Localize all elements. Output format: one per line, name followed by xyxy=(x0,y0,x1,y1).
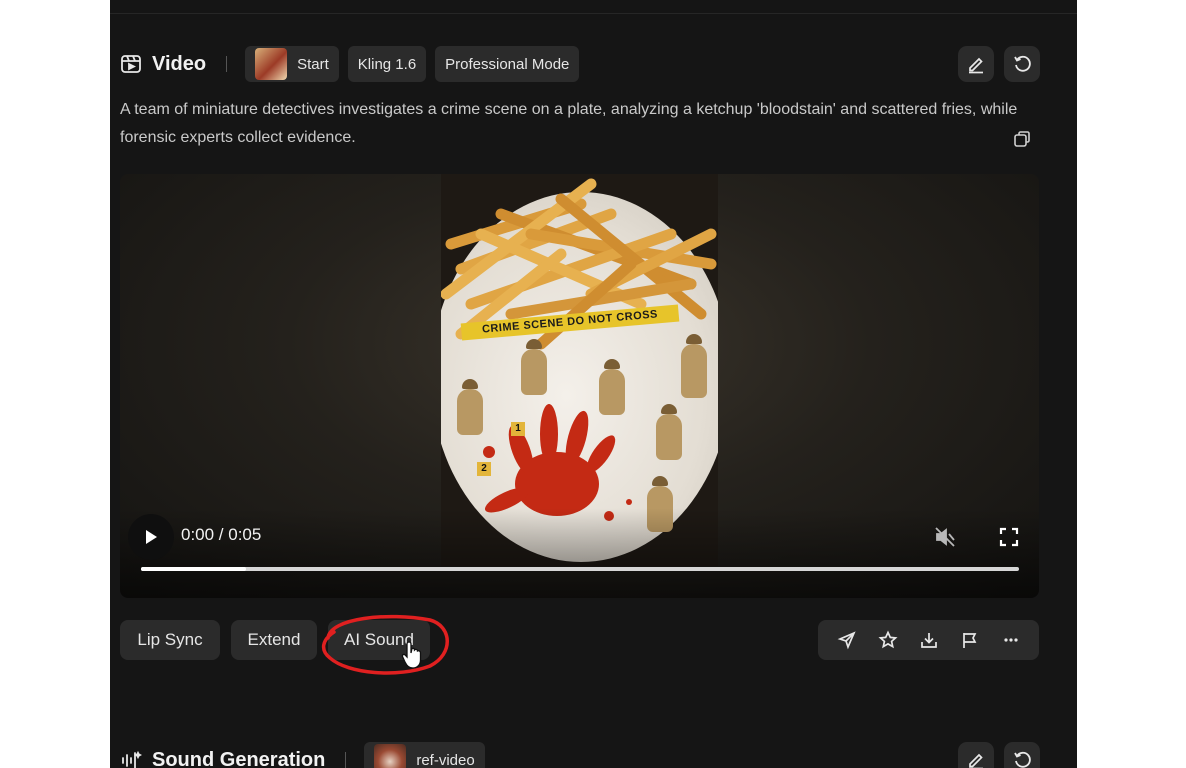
prompt-text: A team of miniature detectives investiga… xyxy=(120,101,1018,146)
edit-icon xyxy=(969,57,983,74)
evidence-marker: 1 xyxy=(511,422,525,436)
refresh-icon xyxy=(1014,751,1031,768)
header-actions xyxy=(958,46,1040,82)
ref-video-thumbnail xyxy=(374,744,407,768)
progress-bar[interactable] xyxy=(141,567,1019,571)
generation-panel: Video Start Kling 1.6 Professional Mode xyxy=(110,0,1077,768)
start-frame-thumbnail xyxy=(255,48,288,80)
controls-overlay xyxy=(120,508,1039,598)
copy-icon[interactable] xyxy=(1012,129,1032,149)
card-title: Video xyxy=(152,52,207,75)
regenerate-button[interactable] xyxy=(1004,46,1040,82)
chip-label: Professional Mode xyxy=(445,55,570,73)
ref-video-chip[interactable]: ref-video xyxy=(364,742,485,768)
edit-button[interactable] xyxy=(958,46,994,82)
header-actions xyxy=(958,742,1040,768)
chip-label: Kling 1.6 xyxy=(357,55,417,73)
muted-speaker-icon[interactable] xyxy=(933,525,957,549)
video-card-header: Video Start Kling 1.6 Professional Mode xyxy=(120,46,1040,82)
download-icon[interactable] xyxy=(919,630,939,650)
detective-figure xyxy=(599,359,625,415)
extend-button[interactable]: Extend xyxy=(231,620,317,660)
video-clip-icon xyxy=(120,53,142,75)
hand-cursor-icon xyxy=(401,641,422,669)
sound-wave-icon xyxy=(120,749,142,768)
edit-button[interactable] xyxy=(958,742,994,768)
chip-label: Start xyxy=(297,55,329,73)
video-player[interactable]: CRIME SCENE DO NOT CROSS 1 2 0:00 / 0:05 xyxy=(120,174,1039,598)
play-button[interactable] xyxy=(128,514,174,560)
flag-icon[interactable] xyxy=(960,630,980,650)
more-icon[interactable] xyxy=(1001,630,1021,650)
star-icon[interactable] xyxy=(877,630,898,650)
share-actions-bar xyxy=(818,620,1039,660)
evidence-marker: 2 xyxy=(477,462,491,476)
fullscreen-icon[interactable] xyxy=(998,526,1020,548)
card-title: Sound Generation xyxy=(152,748,326,768)
playback-time: 0:00 / 0:05 xyxy=(181,525,262,544)
mode-chip[interactable]: Professional Mode xyxy=(435,46,580,82)
edit-icon xyxy=(969,753,983,768)
refresh-icon xyxy=(1014,55,1031,72)
detective-figure xyxy=(521,339,547,395)
start-frame-chip[interactable]: Start xyxy=(245,46,339,82)
divider xyxy=(110,13,1077,14)
progress-fill xyxy=(141,567,247,571)
regenerate-button[interactable] xyxy=(1004,742,1040,768)
detective-figure xyxy=(681,334,707,398)
sound-card-header: Sound Generation ref-video xyxy=(120,742,1040,768)
highlight-circle-annotation xyxy=(321,614,449,675)
header-separator xyxy=(345,752,347,768)
detective-figure xyxy=(656,404,682,460)
chip-label: ref-video xyxy=(416,751,475,768)
detective-figure xyxy=(457,379,483,435)
lip-sync-button[interactable]: Lip Sync xyxy=(120,620,220,660)
header-separator xyxy=(226,56,228,72)
play-icon xyxy=(146,530,157,544)
fries-illustration xyxy=(441,178,717,350)
send-icon[interactable] xyxy=(837,630,857,650)
model-chip[interactable]: Kling 1.6 xyxy=(347,46,427,82)
